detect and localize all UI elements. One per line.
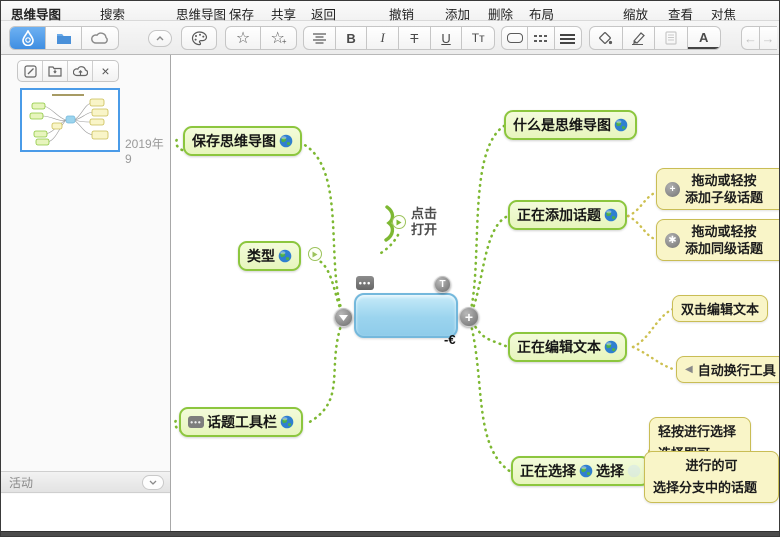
strikethrough-button[interactable]: T <box>399 27 431 49</box>
cloud-icon[interactable] <box>82 27 118 49</box>
star-add-icon[interactable]: ☆+ <box>261 27 296 49</box>
shape-segment <box>501 26 582 50</box>
globe-icon <box>614 118 628 132</box>
document-thumbnail[interactable] <box>20 88 120 152</box>
underline-button[interactable]: U <box>431 27 463 49</box>
asterisk-icon: ✱ <box>665 233 680 248</box>
node-type[interactable]: 类型 <box>238 241 301 271</box>
node-adding-topic[interactable]: 正在添加话题 <box>508 200 627 230</box>
node-selecting[interactable]: 正在选择 选择 <box>511 456 650 486</box>
history-segment: ← → <box>741 26 777 50</box>
globe-icon <box>604 340 618 354</box>
central-topic-node[interactable] <box>354 293 458 338</box>
dots-icon: ••• <box>188 416 204 428</box>
bold-button[interactable]: B <box>336 27 368 49</box>
collapse-left-button[interactable] <box>334 308 353 327</box>
stylus-edit-icon: -€ <box>444 332 456 347</box>
wrap-tool-icon: ◀ <box>685 364 693 375</box>
chevron-down-icon[interactable] <box>142 475 164 490</box>
notes-icon[interactable] <box>655 27 688 49</box>
subnode-add-sibling[interactable]: ✱ 拖动或轻按添加同级话题 <box>656 219 780 261</box>
dashed-border-icon[interactable] <box>528 27 554 49</box>
line-style-icon[interactable] <box>555 27 581 49</box>
star-icon[interactable]: ☆ <box>226 27 261 49</box>
menu-bar: 思维导图 搜索 思维导图 保存 共享 返回 撤销 添加 删除 布局 缩放 查看 … <box>1 1 779 21</box>
node-topic-toolbar[interactable]: ••• 话题工具栏 <box>179 407 303 437</box>
subnode-double-click-edit[interactable]: 双击编辑文本 <box>672 295 768 322</box>
italic-button[interactable]: I <box>367 27 399 49</box>
window-bottom-edge <box>1 531 779 537</box>
node-editing-text[interactable]: 正在编辑文本 <box>508 332 627 362</box>
node-save-mindmap[interactable]: 保存思维导图 <box>183 126 302 156</box>
topic-toolbar-button[interactable]: ••• <box>356 276 374 290</box>
palette-icon <box>191 31 208 46</box>
activity-label: 活动 <box>9 474 33 491</box>
sidebar-actions: × <box>17 60 119 82</box>
mindmap-drop-icon[interactable] <box>10 27 46 49</box>
style-palette-button[interactable] <box>181 26 217 50</box>
folder-icon[interactable] <box>46 27 82 49</box>
globe-icon <box>278 249 292 263</box>
subnode-autowrap[interactable]: ◀ 自动换行工具 <box>676 356 780 383</box>
globe-icon <box>604 208 618 222</box>
mindmap-canvas[interactable]: ••• T + -€ 点击 打开 保存思维导图 类型 ••• 话题工具栏 <box>172 55 780 531</box>
cloud-upload-icon[interactable] <box>68 61 93 81</box>
globe-icon <box>280 415 294 429</box>
text-color-button[interactable]: A <box>688 27 720 49</box>
node-shape-icon[interactable] <box>502 27 528 49</box>
text-format-segment: B I T U Tт <box>303 26 495 50</box>
click-open-annotation: 点击 打开 <box>411 206 437 238</box>
subnode-add-child[interactable]: + 拖动或轻按添加子级话题 <box>656 168 780 210</box>
close-icon[interactable]: × <box>93 61 118 81</box>
document-sidebar: × <box>1 55 171 531</box>
text-tool-button[interactable]: T <box>434 276 451 293</box>
app-window: 思维导图 搜索 思维导图 保存 共享 返回 撤销 添加 删除 布局 缩放 查看 … <box>0 0 780 537</box>
toolbar: ☆ ☆+ B I T U Tт <box>1 21 779 55</box>
import-folder-icon[interactable] <box>43 61 68 81</box>
subnode-select-branch[interactable]: 进行的可 选择分支中的话题 <box>644 451 779 503</box>
favorite-segment: ☆ ☆+ <box>225 26 297 50</box>
sidebar-collapse-button[interactable] <box>148 30 172 47</box>
sidebar-mode-segment <box>9 26 119 50</box>
document-date: 2019年9 <box>125 135 170 166</box>
play-open-icon[interactable] <box>392 215 406 229</box>
new-document-icon[interactable] <box>18 61 43 81</box>
color-tools-segment: A <box>589 26 721 50</box>
globe-icon <box>579 464 593 478</box>
pen-color-icon[interactable] <box>623 27 656 49</box>
globe-icon <box>279 134 293 148</box>
back-arrow-icon[interactable]: ← <box>743 27 760 49</box>
align-center-icon[interactable] <box>304 27 336 49</box>
plus-icon: + <box>665 182 680 197</box>
globe-icon <box>627 464 641 478</box>
expand-type-icon[interactable] <box>308 247 322 261</box>
activity-list-empty <box>1 494 170 531</box>
node-what-is-mindmap[interactable]: 什么是思维导图 <box>504 110 637 140</box>
font-size-button[interactable]: Tт <box>462 27 494 49</box>
activity-section-header[interactable]: 活动 <box>1 471 170 493</box>
forward-arrow-icon[interactable]: → <box>760 27 777 49</box>
fill-color-icon[interactable] <box>590 27 623 49</box>
add-topic-button[interactable]: + <box>459 307 479 327</box>
